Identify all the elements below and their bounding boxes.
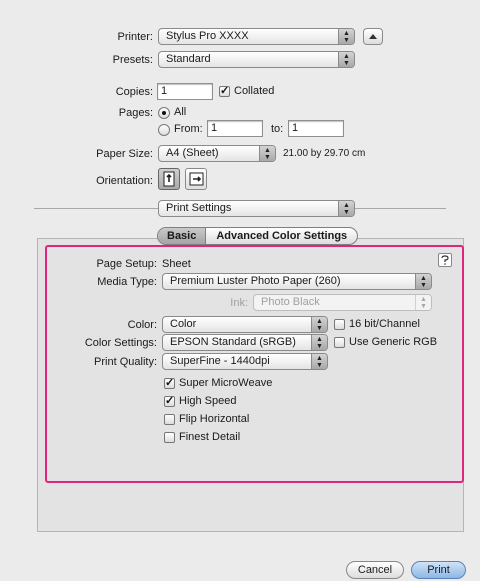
presets-label: Presets: bbox=[112, 54, 153, 66]
popup-arrows-icon: ▲ ▼ bbox=[311, 354, 327, 369]
generic-rgb-checkbox[interactable] bbox=[334, 337, 345, 348]
portrait-orientation-icon bbox=[163, 171, 175, 187]
16-bit-checkbox[interactable] bbox=[334, 319, 345, 330]
disclosure-triangle-icon bbox=[369, 34, 377, 39]
high-speed-checkbox[interactable]: ✓ bbox=[164, 396, 175, 407]
high-speed-label: High Speed bbox=[179, 395, 237, 407]
collated-checkbox[interactable]: ✓ bbox=[219, 86, 230, 97]
pages-label: Pages: bbox=[118, 107, 153, 119]
color-popup[interactable]: Color ▲ ▼ bbox=[162, 316, 328, 333]
pages-from-field[interactable]: 1 bbox=[207, 120, 263, 137]
pages-all-label: All bbox=[174, 106, 187, 118]
color-settings-label: Color Settings: bbox=[84, 337, 157, 349]
paper-size-value: A4 (Sheet) bbox=[166, 147, 219, 159]
16-bit-label: 16 bit/Channel bbox=[349, 318, 420, 330]
generic-rgb-label: Use Generic RGB bbox=[349, 336, 438, 348]
page-setup-label: Page Setup: bbox=[96, 258, 157, 270]
pages-from-radio[interactable] bbox=[158, 124, 170, 136]
ink-label: Ink: bbox=[230, 297, 248, 309]
print-quality-popup[interactable]: SuperFine - 1440dpi ▲ ▼ bbox=[162, 353, 328, 370]
popup-arrows-icon: ▲ ▼ bbox=[311, 317, 327, 332]
paper-dimensions: 21.00 by 29.70 cm bbox=[283, 148, 366, 159]
cancel-button[interactable]: Cancel bbox=[346, 561, 404, 579]
landscape-orientation-icon bbox=[189, 172, 204, 186]
super-microweave-checkbox[interactable]: ✓ bbox=[164, 378, 175, 389]
popup-arrows-icon: ▲ ▼ bbox=[338, 29, 354, 44]
landscape-orientation-button[interactable] bbox=[185, 168, 207, 190]
pages-all-radio[interactable] bbox=[158, 107, 170, 119]
media-type-label: Media Type: bbox=[97, 276, 157, 288]
tab-basic[interactable]: Basic bbox=[158, 228, 207, 244]
print-quality-value: SuperFine - 1440dpi bbox=[170, 355, 270, 367]
popup-arrows-icon: ▲ ▼ bbox=[415, 274, 431, 289]
presets-value: Standard bbox=[166, 53, 211, 65]
popup-arrows-icon: ▲ ▼ bbox=[311, 335, 327, 350]
tab-bar: Basic Advanced Color Settings bbox=[157, 227, 359, 245]
pages-from-label: From: bbox=[174, 123, 203, 135]
printer-popup[interactable]: Stylus Pro XXXX ▲ ▼ bbox=[158, 28, 355, 45]
media-type-value: Premium Luster Photo Paper (260) bbox=[170, 275, 341, 287]
printer-value: Stylus Pro XXXX bbox=[166, 30, 249, 42]
finest-detail-checkbox[interactable] bbox=[164, 432, 175, 443]
ink-popup[interactable]: Photo Black ▲ ▼ bbox=[253, 294, 432, 311]
flip-horizontal-checkbox[interactable] bbox=[164, 414, 175, 425]
super-microweave-label: Super MicroWeave bbox=[179, 377, 273, 389]
page-setup-value: Sheet bbox=[162, 258, 191, 270]
collated-label: Collated bbox=[234, 85, 275, 97]
color-value: Color bbox=[170, 318, 197, 330]
section-popup-value: Print Settings bbox=[166, 202, 232, 214]
presets-popup[interactable]: Standard ▲ ▼ bbox=[158, 51, 355, 68]
print-button[interactable]: Print bbox=[411, 561, 466, 579]
portrait-orientation-button[interactable] bbox=[158, 168, 180, 190]
print-quality-label: Print Quality: bbox=[94, 356, 157, 368]
popup-arrows-icon: ▲ ▼ bbox=[415, 295, 431, 310]
media-type-popup[interactable]: Premium Luster Photo Paper (260) ▲ ▼ bbox=[162, 273, 432, 290]
help-button[interactable] bbox=[438, 253, 452, 267]
color-label: Color: bbox=[127, 319, 157, 331]
color-settings-value: EPSON Standard (sRGB) bbox=[170, 336, 296, 348]
help-icon bbox=[441, 255, 449, 265]
flip-horizontal-label: Flip Horizontal bbox=[179, 413, 250, 425]
paper-size-label: Paper Size: bbox=[96, 148, 153, 160]
copies-label: Copies: bbox=[115, 86, 153, 98]
disclosure-triangle-button[interactable] bbox=[363, 28, 383, 45]
pages-to-field[interactable]: 1 bbox=[288, 120, 344, 137]
color-settings-popup[interactable]: EPSON Standard (sRGB) ▲ ▼ bbox=[162, 334, 328, 351]
orientation-label: Orientation: bbox=[96, 175, 153, 187]
paper-size-popup[interactable]: A4 (Sheet) ▲ ▼ bbox=[158, 145, 276, 162]
finest-detail-label: Finest Detail bbox=[179, 431, 241, 443]
copies-field[interactable]: 1 bbox=[157, 83, 213, 100]
ink-value: Photo Black bbox=[261, 296, 320, 308]
tab-advanced-color-settings[interactable]: Advanced Color Settings bbox=[206, 228, 357, 244]
pages-to-label: to: bbox=[271, 123, 284, 135]
popup-arrows-icon: ▲ ▼ bbox=[338, 201, 354, 216]
popup-arrows-icon: ▲ ▼ bbox=[259, 146, 275, 161]
printer-label: Printer: bbox=[117, 31, 153, 43]
section-popup[interactable]: Print Settings ▲ ▼ bbox=[158, 200, 355, 217]
popup-arrows-icon: ▲ ▼ bbox=[338, 52, 354, 67]
